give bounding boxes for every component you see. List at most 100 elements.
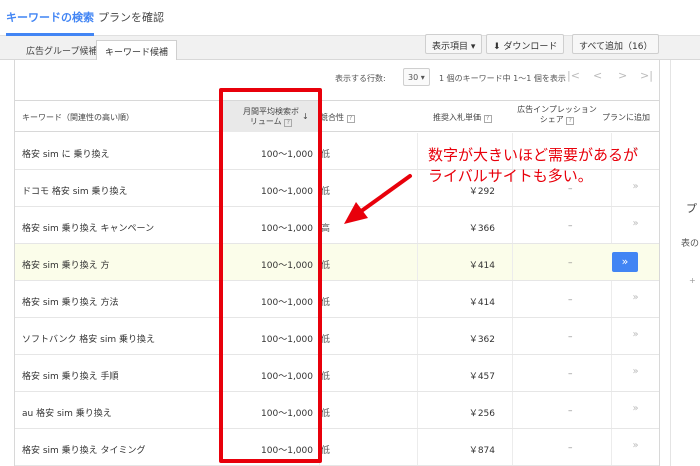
add-to-plan-icon[interactable]: »: [611, 355, 659, 391]
prev-page-icon[interactable]: <: [593, 69, 602, 82]
column-divider: [417, 281, 418, 317]
bid-cell: ￥874: [468, 446, 495, 456]
competition-header-label: 競合性: [320, 113, 344, 122]
keyword-cell: 格安 sim 乗り換え 手順: [22, 372, 119, 382]
impression-share-cell: –: [568, 295, 573, 305]
add-to-plan-icon[interactable]: »: [611, 207, 659, 243]
add-to-plan-icon[interactable]: »: [611, 392, 659, 428]
annotation-line2: ライバルサイトも多い。: [428, 167, 593, 185]
column-header-keyword[interactable]: キーワード（関連性の高い順）: [22, 112, 134, 123]
column-divider: [512, 355, 513, 391]
bid-cell: ￥414: [468, 298, 495, 308]
column-divider: [512, 318, 513, 354]
column-header-impression-share[interactable]: 広告インプレッション シェア ?: [512, 105, 602, 125]
add-to-plan-button[interactable]: »: [612, 252, 638, 272]
table-row: ソフトバンク 格安 sim 乗り換え 100〜1,000 低 ￥362–»: [15, 318, 659, 355]
column-divider: [512, 392, 513, 428]
table-row: 格安 sim 乗り換え 手順 100〜1,000 低 ￥457–»: [15, 355, 659, 392]
column-divider: [417, 133, 418, 169]
column-divider: [417, 355, 418, 391]
add-all-button[interactable]: すべて追加（16）: [572, 34, 660, 54]
rows-per-page-value: 30: [408, 73, 419, 82]
bid-cell: ￥256: [468, 409, 495, 419]
column-divider: [417, 429, 418, 465]
chevron-down-icon: ▾: [420, 73, 425, 82]
annotation-text: 数字が大きいほど需要があるが ライバルサイトも多い。: [428, 145, 700, 187]
competition-cell: 低: [321, 335, 331, 345]
competition-cell: 高: [321, 224, 331, 234]
help-icon[interactable]: ?: [346, 115, 355, 123]
top-tab-bar: キーワードの検索 プランを確認: [0, 0, 700, 36]
rows-per-page-label: 表示する行数:: [335, 74, 386, 83]
impression-share-cell: –: [568, 258, 573, 268]
table-row: 格安 sim 乗り換え キャンペーン 100〜1,000 高 ￥366–»: [15, 207, 659, 244]
column-divider: [417, 207, 418, 243]
tab-keyword-search[interactable]: キーワードの検索: [6, 9, 94, 36]
plan-side-panel: [670, 60, 700, 466]
keyword-cell: 格安 sim に 乗り換え: [22, 150, 110, 160]
column-divider: [512, 244, 513, 280]
tab-keyword-ideas[interactable]: キーワード候補: [96, 40, 178, 60]
column-divider: [512, 207, 513, 243]
keyword-cell: ドコモ 格安 sim 乗り換え: [22, 187, 128, 197]
rows-per-page-select[interactable]: 30 ▾: [403, 68, 430, 86]
last-page-icon[interactable]: >|: [640, 69, 653, 82]
column-divider: [417, 392, 418, 428]
tab-review-plan[interactable]: プランを確認: [98, 9, 164, 36]
column-divider: [417, 244, 418, 280]
bid-cell: ￥414: [468, 261, 495, 271]
column-header-add-to-plan: プランに追加: [602, 113, 650, 122]
add-to-plan-icon[interactable]: »: [611, 429, 659, 465]
pagination-bar: 表示する行数: 30 ▾ 1 個のキーワード中 1〜1 個を表示 |< < > …: [15, 66, 659, 90]
impression-share-cell: –: [568, 369, 573, 379]
annotation-line1: 数字が大きいほど需要があるが: [428, 146, 639, 164]
column-divider: [417, 318, 418, 354]
keyword-cell: ソフトバンク 格安 sim 乗り換え: [22, 335, 155, 345]
competition-cell: 低: [321, 446, 331, 456]
download-icon: ⬇: [493, 42, 501, 52]
add-to-plan-icon[interactable]: »: [611, 318, 659, 354]
keyword-cell: au 格安 sim 乗り換え: [22, 409, 112, 419]
table-row: 格安 sim 乗り換え 方法 100〜1,000 低 ￥414–»: [15, 281, 659, 318]
side-panel-plus-icon[interactable]: +: [689, 276, 696, 285]
table-row: 格安 sim 乗り換え タイミング 100〜1,000 低 ￥874–»: [15, 429, 659, 466]
chevron-down-icon: ▾: [470, 42, 476, 52]
table-header: キーワード（関連性の高い順） 月間平均検索ボ リューム ? ↓ 競合性 ? 推奨…: [15, 100, 659, 132]
column-divider: [417, 170, 418, 206]
side-panel-text: 表の: [681, 239, 700, 249]
pagination-range: 1 個のキーワード中 1〜1 個を表示: [439, 74, 566, 83]
help-icon[interactable]: ?: [483, 115, 492, 123]
bid-cell: ￥457: [468, 372, 495, 382]
table-row: 格安 sim 乗り換え 方 100〜1,000 低 ￥414–»: [15, 244, 659, 281]
download-label: ダウンロード: [503, 42, 558, 52]
competition-cell: 低: [321, 150, 331, 160]
column-divider: [512, 429, 513, 465]
keyword-cell: 格安 sim 乗り換え 方法: [22, 298, 119, 308]
column-header-bid[interactable]: 推奨入札単価 ?: [433, 112, 492, 123]
bid-cell: ￥366: [468, 224, 495, 234]
impression-share-cell: –: [568, 406, 573, 416]
competition-cell: 低: [321, 409, 331, 419]
share-header-line2: シェア: [539, 115, 564, 124]
next-page-icon[interactable]: >: [618, 69, 627, 82]
keyword-cell: 格安 sim 乗り換え タイミング: [22, 446, 146, 456]
impression-share-cell: –: [568, 221, 573, 231]
bid-header-label: 推奨入札単価: [433, 113, 481, 122]
impression-share-cell: –: [568, 332, 573, 342]
tab-ad-group-ideas[interactable]: 広告グループ候補: [18, 40, 105, 60]
columns-label: 表示項目: [432, 42, 469, 52]
share-header-line1: 広告インプレッション: [517, 105, 597, 114]
download-button[interactable]: ⬇ ダウンロード: [486, 34, 565, 54]
columns-button[interactable]: 表示項目 ▾: [425, 34, 483, 54]
add-to-plan-icon[interactable]: »: [611, 281, 659, 317]
column-divider: [512, 281, 513, 317]
competition-cell: 低: [321, 372, 331, 382]
side-panel-title: プ: [686, 202, 697, 215]
column-header-competition[interactable]: 競合性 ?: [320, 112, 355, 123]
competition-cell: 低: [321, 187, 331, 197]
competition-cell: 低: [321, 298, 331, 308]
help-icon[interactable]: ?: [566, 117, 575, 125]
first-page-icon[interactable]: |<: [567, 69, 580, 82]
volume-highlight-box: [219, 88, 322, 463]
table-row: au 格安 sim 乗り換え 100〜1,000 低 ￥256–»: [15, 392, 659, 429]
